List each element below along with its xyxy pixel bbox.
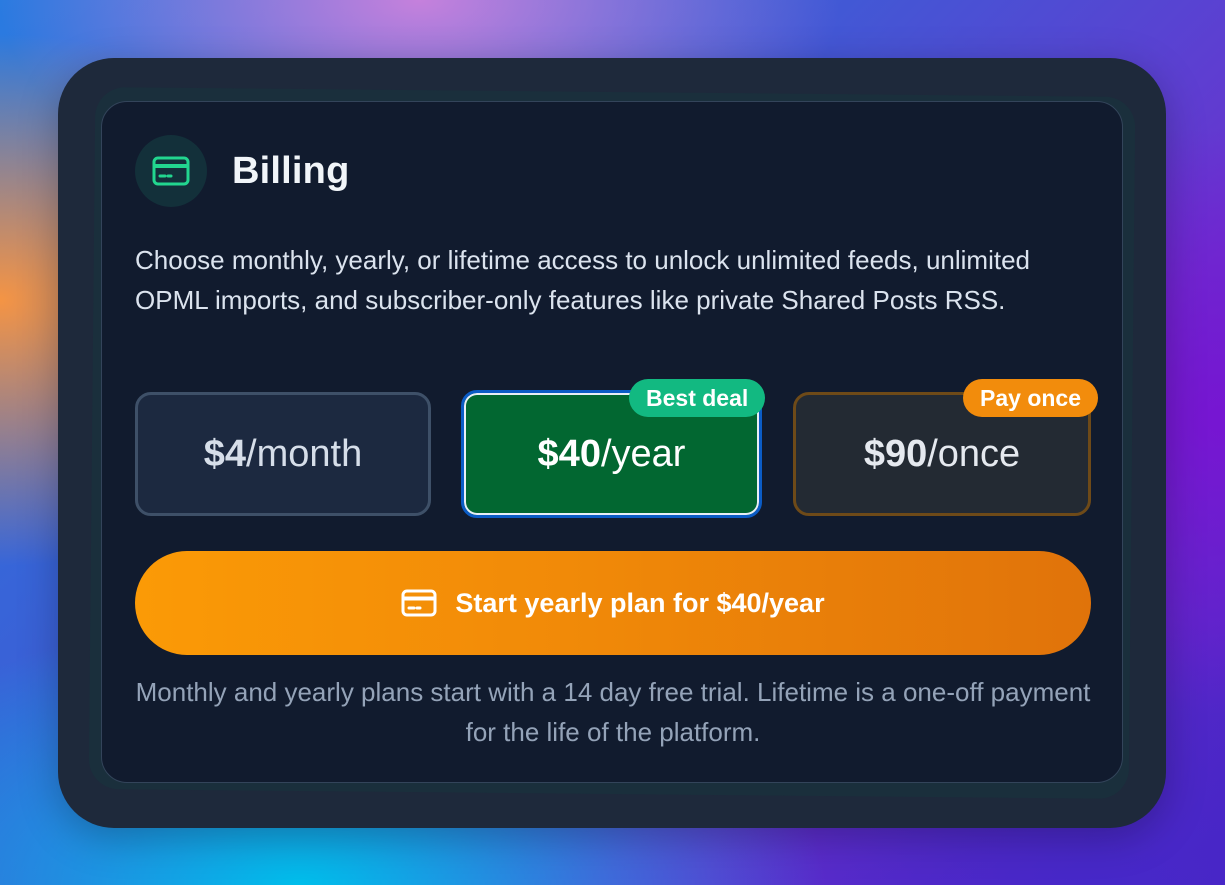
billing-description: Choose monthly, yearly, or lifetime acce… (135, 245, 1030, 315)
start-plan-button[interactable]: Start yearly plan for $40/year (135, 551, 1091, 655)
start-plan-label: Start yearly plan for $40/year (455, 587, 825, 618)
plan-price: $40 (537, 432, 601, 475)
plan-price: $4 (203, 432, 247, 475)
plan-period: /month (246, 432, 363, 475)
plan-price: $90 (863, 432, 928, 475)
plan-period: /year (600, 432, 686, 475)
billing-card: Billing Choose monthly, yearly, or lifet… (101, 101, 1123, 783)
pay-once-badge: Pay once (963, 379, 1098, 417)
plan-option-monthly[interactable]: $4/month (135, 392, 431, 516)
plan-options: $4/month $40/year $90/once Best deal Pay… (135, 379, 1098, 520)
plan-period: /once (927, 432, 1021, 475)
trial-footnote: Monthly and yearly plans start with a 14… (135, 677, 1091, 747)
best-deal-badge: Best deal (629, 379, 766, 417)
card-header: Billing (135, 135, 350, 207)
billing-icon-badge (135, 135, 207, 207)
credit-card-icon (152, 156, 190, 186)
credit-card-icon (401, 589, 437, 617)
card-title: Billing (232, 149, 350, 192)
